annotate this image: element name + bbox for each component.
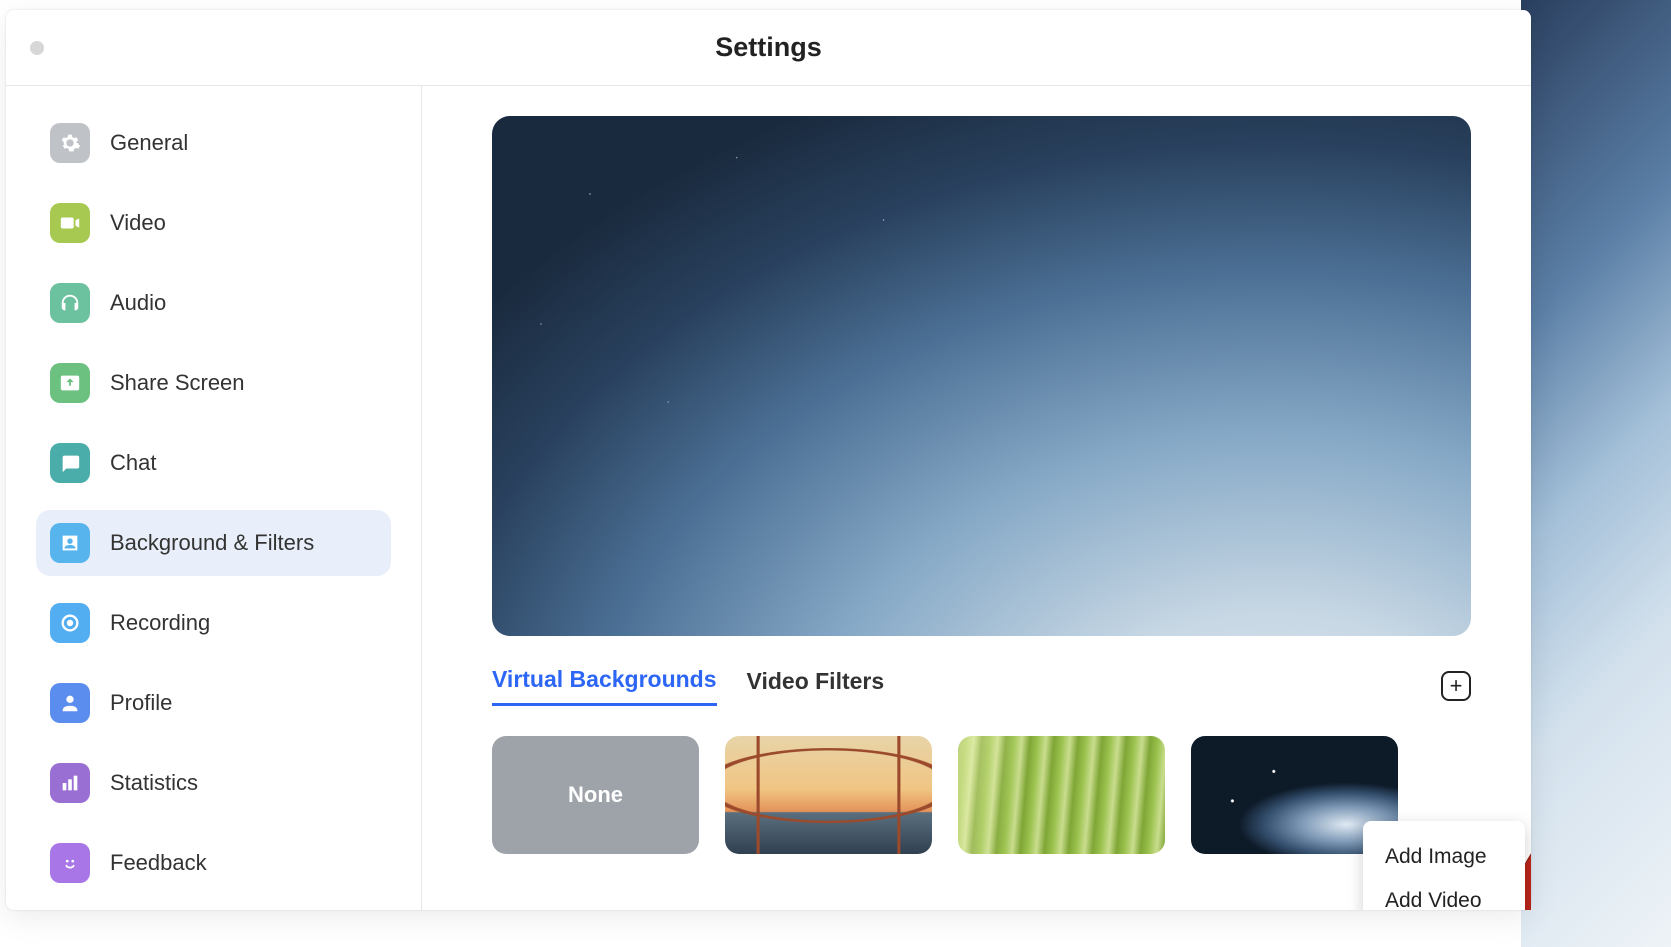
sidebar-item-statistics[interactable]: Statistics (36, 750, 391, 816)
sidebar-item-feedback[interactable]: Feedback (36, 830, 391, 896)
sidebar-item-label: Share Screen (110, 370, 245, 396)
chat-icon (50, 443, 90, 483)
tab-row: Virtual Backgrounds Video Filters + (492, 666, 1471, 706)
thumbnail-none-label: None (568, 782, 623, 808)
sidebar-item-label: Feedback (110, 850, 207, 876)
sidebar-item-label: Audio (110, 290, 166, 316)
sidebar-item-label: Profile (110, 690, 172, 716)
sidebar-item-audio[interactable]: Audio (36, 270, 391, 336)
video-icon (50, 203, 90, 243)
menu-item-add-image[interactable]: Add Image (1363, 835, 1525, 879)
profile-icon (50, 683, 90, 723)
sidebar-item-label: Video (110, 210, 166, 236)
thumbnail-grass[interactable] (958, 736, 1165, 854)
menu-item-label: Add Video (1385, 889, 1482, 910)
sidebar-item-video[interactable]: Video (36, 190, 391, 256)
sidebar-item-label: General (110, 130, 188, 156)
background-thumbnails: None (492, 736, 1471, 854)
window-body: General Video Audio Share Screen (6, 86, 1531, 910)
sidebar-item-label: Recording (110, 610, 210, 636)
sidebar-item-label: Statistics (110, 770, 198, 796)
window-close-dot[interactable] (30, 41, 44, 55)
sidebar-item-chat[interactable]: Chat (36, 430, 391, 496)
window-title: Settings (6, 32, 1531, 63)
menu-item-add-video[interactable]: Add Video (1363, 879, 1525, 910)
stats-icon (50, 763, 90, 803)
smile-icon (50, 843, 90, 883)
sidebar-item-background-filters[interactable]: Background & Filters (36, 510, 391, 576)
main-panel: Virtual Backgrounds Video Filters + None (422, 86, 1531, 910)
add-background-button[interactable]: + (1441, 671, 1471, 701)
add-menu: Add Image Add Video (1363, 821, 1525, 910)
sidebar-item-label: Background & Filters (110, 530, 314, 556)
share-screen-icon (50, 363, 90, 403)
record-icon (50, 603, 90, 643)
sidebar-item-label: Chat (110, 450, 156, 476)
sidebar-item-profile[interactable]: Profile (36, 670, 391, 736)
plus-icon: + (1450, 675, 1463, 697)
thumbnail-bridge[interactable] (725, 736, 932, 854)
gear-icon (50, 123, 90, 163)
tab-video-filters[interactable]: Video Filters (747, 668, 885, 705)
headphones-icon (50, 283, 90, 323)
sidebar-item-general[interactable]: General (36, 110, 391, 176)
settings-window: Settings General Video Audio (6, 10, 1531, 910)
sidebar-item-recording[interactable]: Recording (36, 590, 391, 656)
titlebar: Settings (6, 10, 1531, 86)
tab-virtual-backgrounds[interactable]: Virtual Backgrounds (492, 666, 717, 706)
person-box-icon (50, 523, 90, 563)
thumbnail-none[interactable]: None (492, 736, 699, 854)
background-strip (1521, 0, 1671, 947)
sidebar: General Video Audio Share Screen (6, 86, 422, 910)
sidebar-item-share-screen[interactable]: Share Screen (36, 350, 391, 416)
background-preview (492, 116, 1471, 636)
